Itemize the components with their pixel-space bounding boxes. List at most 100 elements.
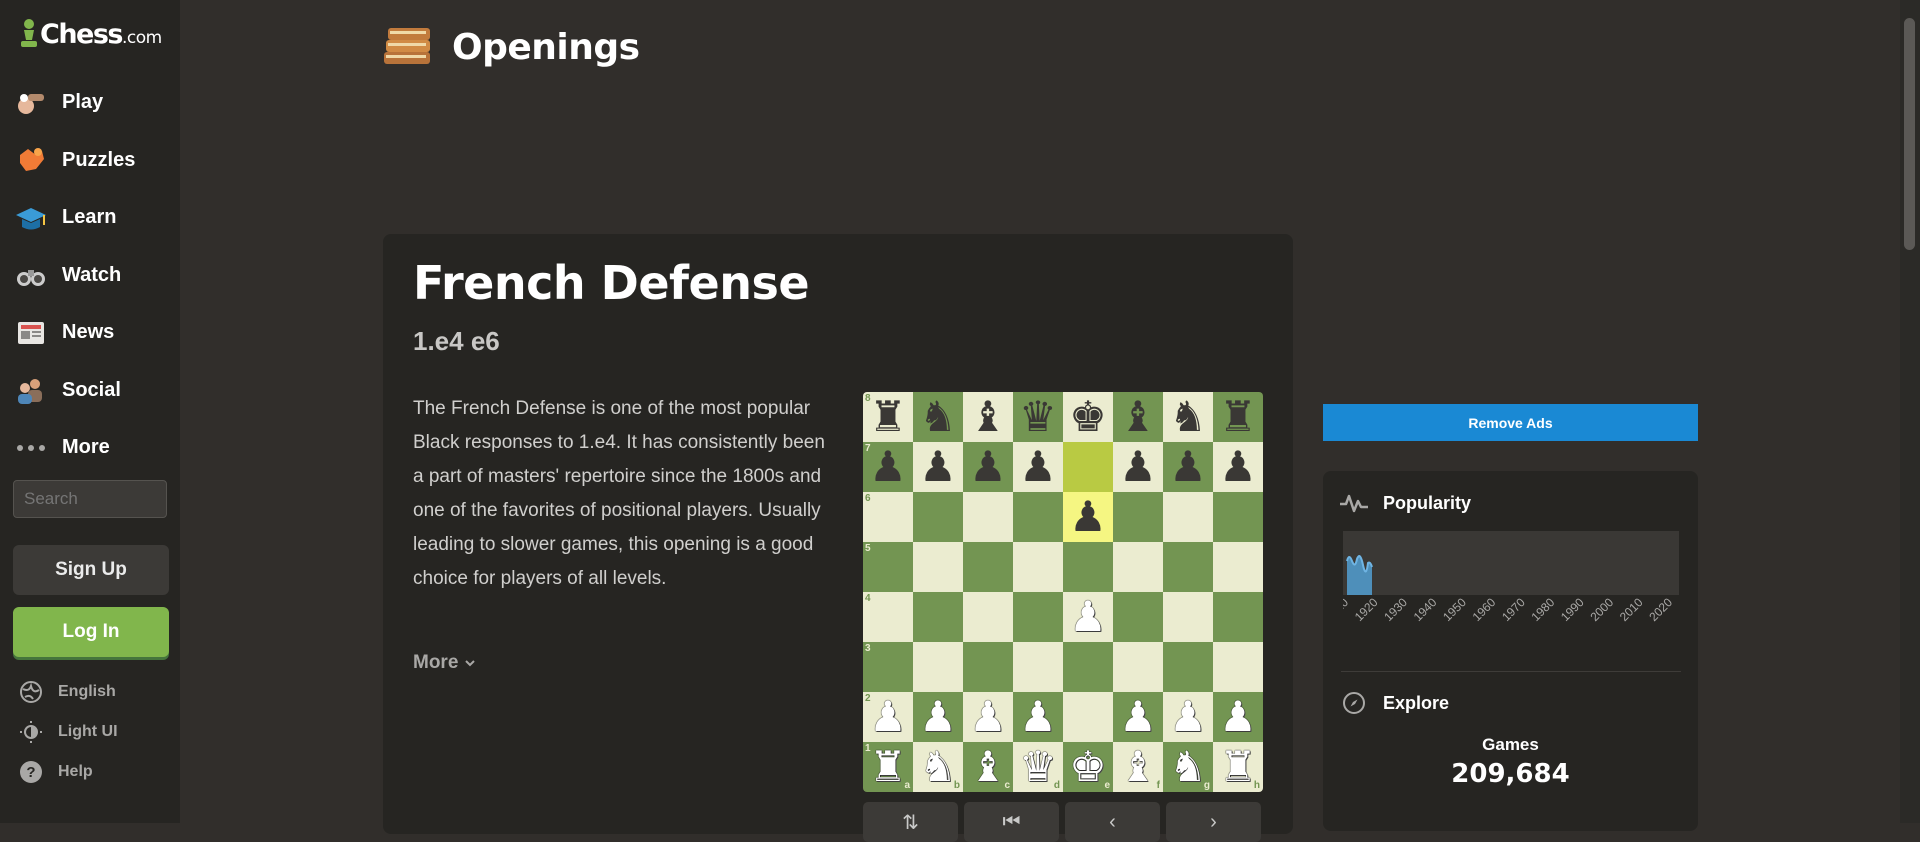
square-g4[interactable]	[1163, 592, 1213, 642]
square-d6[interactable]	[1013, 492, 1063, 542]
chess-board[interactable]: 8 ♜ ♞ ♝ ♛ ♚ ♝ ♞ ♜ 7 ♟ ♟ ♟ ♟ ♟ ♟ ♟ 6 ♟ 5 4 ♟ 3 2 ♟ ♟ ♟ ♟ ♟ ♟ ♟ 1 a ♜ b ♞ c ♝ d ♛…	[863, 392, 1263, 792]
square-c1[interactable]: c ♝	[963, 742, 1013, 792]
square-b4[interactable]	[913, 592, 963, 642]
black-pawn-piece[interactable]: ♟	[869, 446, 907, 488]
square-d2[interactable]: ♟	[1013, 692, 1063, 742]
black-pawn-piece[interactable]: ♟	[969, 446, 1007, 488]
square-g1[interactable]: g ♞	[1163, 742, 1213, 792]
black-rook-piece[interactable]: ♜	[1219, 396, 1257, 438]
help-link[interactable]: ? Help	[18, 759, 93, 785]
flip-board-button[interactable]: ⇅	[863, 802, 958, 842]
square-a2[interactable]: 2 ♟	[863, 692, 913, 742]
square-h8[interactable]: ♜	[1213, 392, 1263, 442]
chess-com-logo[interactable]: Chess .com	[18, 14, 162, 54]
square-h4[interactable]	[1213, 592, 1263, 642]
square-g6[interactable]	[1163, 492, 1213, 542]
white-queen-piece[interactable]: ♛	[1019, 746, 1057, 788]
black-knight-piece[interactable]: ♞	[919, 396, 957, 438]
first-move-button[interactable]: ⏮	[964, 802, 1059, 842]
square-e2[interactable]	[1063, 692, 1113, 742]
page-scrollbar[interactable]	[1900, 0, 1920, 823]
white-pawn-piece[interactable]: ♟	[1119, 696, 1157, 738]
square-e6[interactable]: ♟	[1063, 492, 1113, 542]
white-pawn-piece[interactable]: ♟	[869, 696, 907, 738]
square-d1[interactable]: d ♛	[1013, 742, 1063, 792]
square-f7[interactable]: ♟	[1113, 442, 1163, 492]
square-d7[interactable]: ♟	[1013, 442, 1063, 492]
white-rook-piece[interactable]: ♜	[1219, 746, 1257, 788]
black-bishop-piece[interactable]: ♝	[969, 396, 1007, 438]
square-e8[interactable]: ♚	[1063, 392, 1113, 442]
square-f5[interactable]	[1113, 542, 1163, 592]
square-c5[interactable]	[963, 542, 1013, 592]
nav-item-news[interactable]: News	[0, 304, 180, 362]
more-button[interactable]: More	[413, 652, 476, 674]
black-rook-piece[interactable]: ♜	[869, 396, 907, 438]
square-b3[interactable]	[913, 642, 963, 692]
black-pawn-piece[interactable]: ♟	[1019, 446, 1057, 488]
language-selector[interactable]: English	[18, 679, 116, 705]
square-c6[interactable]	[963, 492, 1013, 542]
square-c8[interactable]: ♝	[963, 392, 1013, 442]
white-knight-piece[interactable]: ♞	[1169, 746, 1207, 788]
nav-item-social[interactable]: Social	[0, 362, 180, 420]
square-e4[interactable]: ♟	[1063, 592, 1113, 642]
black-pawn-piece[interactable]: ♟	[1169, 446, 1207, 488]
square-e7[interactable]	[1063, 442, 1113, 492]
remove-ads-button[interactable]: Remove Ads	[1323, 404, 1698, 441]
black-queen-piece[interactable]: ♛	[1019, 396, 1057, 438]
square-h3[interactable]	[1213, 642, 1263, 692]
square-g7[interactable]: ♟	[1163, 442, 1213, 492]
square-f2[interactable]: ♟	[1113, 692, 1163, 742]
square-g8[interactable]: ♞	[1163, 392, 1213, 442]
theme-toggle[interactable]: Light UI	[18, 719, 118, 745]
square-h6[interactable]	[1213, 492, 1263, 542]
square-c7[interactable]: ♟	[963, 442, 1013, 492]
black-pawn-piece[interactable]: ♟	[919, 446, 957, 488]
square-a8[interactable]: 8 ♜	[863, 392, 913, 442]
log-in-button[interactable]: Log In	[13, 607, 169, 657]
black-pawn-piece[interactable]: ♟	[1119, 446, 1157, 488]
square-b2[interactable]: ♟	[913, 692, 963, 742]
white-bishop-piece[interactable]: ♝	[969, 746, 1007, 788]
square-b1[interactable]: b ♞	[913, 742, 963, 792]
square-f8[interactable]: ♝	[1113, 392, 1163, 442]
nav-item-puzzles[interactable]: Puzzles	[0, 132, 180, 190]
square-b6[interactable]	[913, 492, 963, 542]
square-b7[interactable]: ♟	[913, 442, 963, 492]
square-e3[interactable]	[1063, 642, 1113, 692]
black-king-piece[interactable]: ♚	[1069, 396, 1107, 438]
square-a5[interactable]: 5	[863, 542, 913, 592]
square-c3[interactable]	[963, 642, 1013, 692]
explore-header[interactable]: Explore	[1339, 689, 1449, 717]
square-g2[interactable]: ♟	[1163, 692, 1213, 742]
square-d3[interactable]	[1013, 642, 1063, 692]
square-c2[interactable]: ♟	[963, 692, 1013, 742]
square-d4[interactable]	[1013, 592, 1063, 642]
square-c4[interactable]	[963, 592, 1013, 642]
square-a6[interactable]: 6	[863, 492, 913, 542]
nav-item-more[interactable]: More	[0, 419, 180, 477]
square-b5[interactable]	[913, 542, 963, 592]
next-move-button[interactable]: ›	[1166, 802, 1261, 842]
square-b8[interactable]: ♞	[913, 392, 963, 442]
white-pawn-piece[interactable]: ♟	[1219, 696, 1257, 738]
white-pawn-piece[interactable]: ♟	[1069, 596, 1107, 638]
square-g3[interactable]	[1163, 642, 1213, 692]
square-f6[interactable]	[1113, 492, 1163, 542]
black-pawn-piece[interactable]: ♟	[1219, 446, 1257, 488]
square-h5[interactable]	[1213, 542, 1263, 592]
square-a4[interactable]: 4	[863, 592, 913, 642]
black-pawn-piece[interactable]: ♟	[1069, 496, 1107, 538]
square-h7[interactable]: ♟	[1213, 442, 1263, 492]
previous-move-button[interactable]: ‹	[1065, 802, 1160, 842]
white-rook-piece[interactable]: ♜	[869, 746, 907, 788]
square-e1[interactable]: e ♚	[1063, 742, 1113, 792]
square-d8[interactable]: ♛	[1013, 392, 1063, 442]
search-input[interactable]	[13, 480, 167, 518]
nav-item-play[interactable]: Play	[0, 74, 180, 132]
black-knight-piece[interactable]: ♞	[1169, 396, 1207, 438]
sign-up-button[interactable]: Sign Up	[13, 545, 169, 595]
white-king-piece[interactable]: ♚	[1069, 746, 1107, 788]
square-h1[interactable]: h ♜	[1213, 742, 1263, 792]
